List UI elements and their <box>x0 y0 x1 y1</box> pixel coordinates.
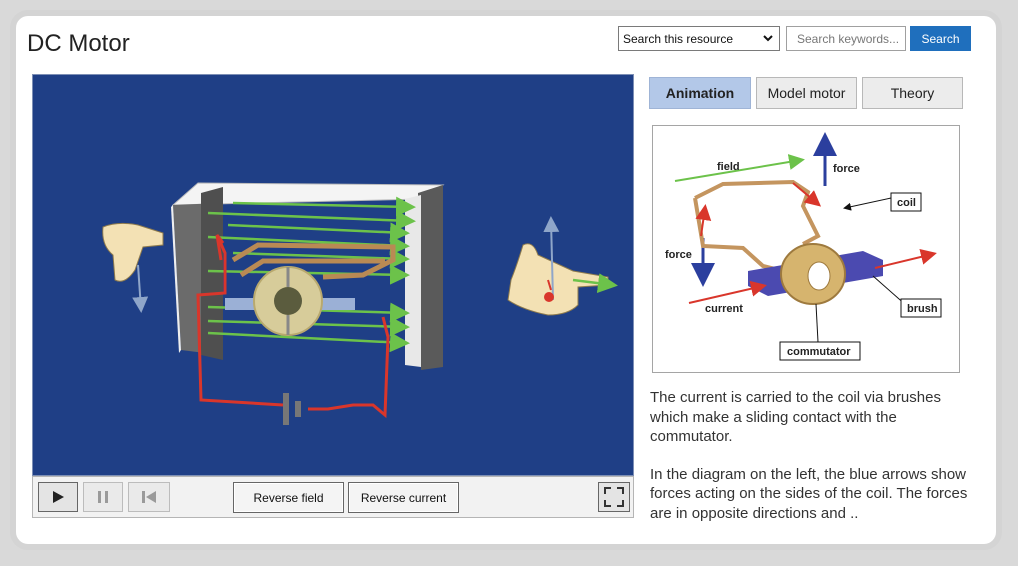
tab-theory[interactable]: Theory <box>862 77 963 109</box>
diagram-label-current: current <box>705 303 743 315</box>
diagram-label-brush: brush <box>907 303 938 315</box>
fullscreen-icon <box>604 487 624 507</box>
diagram-label-field: field <box>717 161 740 173</box>
play-button[interactable] <box>38 482 78 512</box>
theory-description: The current is carried to the coil via b… <box>650 388 970 541</box>
diagram-label-force-left: force <box>665 249 692 261</box>
search-scope-select[interactable]: Search this resource <box>618 26 780 51</box>
chevron-down-icon <box>763 35 773 42</box>
pause-icon <box>98 491 108 503</box>
tab-model-motor[interactable]: Model motor <box>756 77 857 109</box>
search-input[interactable]: Search keywords... <box>786 26 906 51</box>
motor-diagram-art: field force coil force current brush com… <box>665 132 942 361</box>
commutator <box>253 266 323 336</box>
tab-animation[interactable]: Animation <box>649 77 751 109</box>
animation-controls: Reverse field Reverse current <box>32 476 634 518</box>
play-icon <box>53 491 64 503</box>
diagram-label-force-top: force <box>833 163 860 175</box>
battery <box>283 393 301 425</box>
skip-back-icon <box>142 491 156 503</box>
diagram-label-commutator: commutator <box>787 346 851 358</box>
search-scope-value: Search this resource <box>623 31 734 46</box>
reverse-current-button[interactable]: Reverse current <box>348 482 459 513</box>
description-paragraph: In the diagram on the left, the blue arr… <box>650 465 968 522</box>
diagram-label-coil: coil <box>897 197 916 209</box>
motor-animation-scene <box>102 182 618 425</box>
fullscreen-button[interactable] <box>598 482 630 512</box>
motor-labeled-diagram: field force coil force current brush com… <box>652 125 960 373</box>
search-button[interactable]: Search <box>910 26 971 51</box>
rewind-button[interactable] <box>128 482 170 512</box>
page-title: DC Motor <box>27 30 130 57</box>
motor-animation-canvas[interactable] <box>32 74 634 476</box>
right-hand-rule-hand <box>507 216 618 316</box>
pause-button[interactable] <box>83 482 123 512</box>
search-placeholder: Search keywords... <box>797 31 900 46</box>
description-paragraph: The current is carried to the coil via b… <box>650 389 941 445</box>
reverse-field-button[interactable]: Reverse field <box>233 482 344 513</box>
left-hand-rule-hand <box>102 222 164 313</box>
